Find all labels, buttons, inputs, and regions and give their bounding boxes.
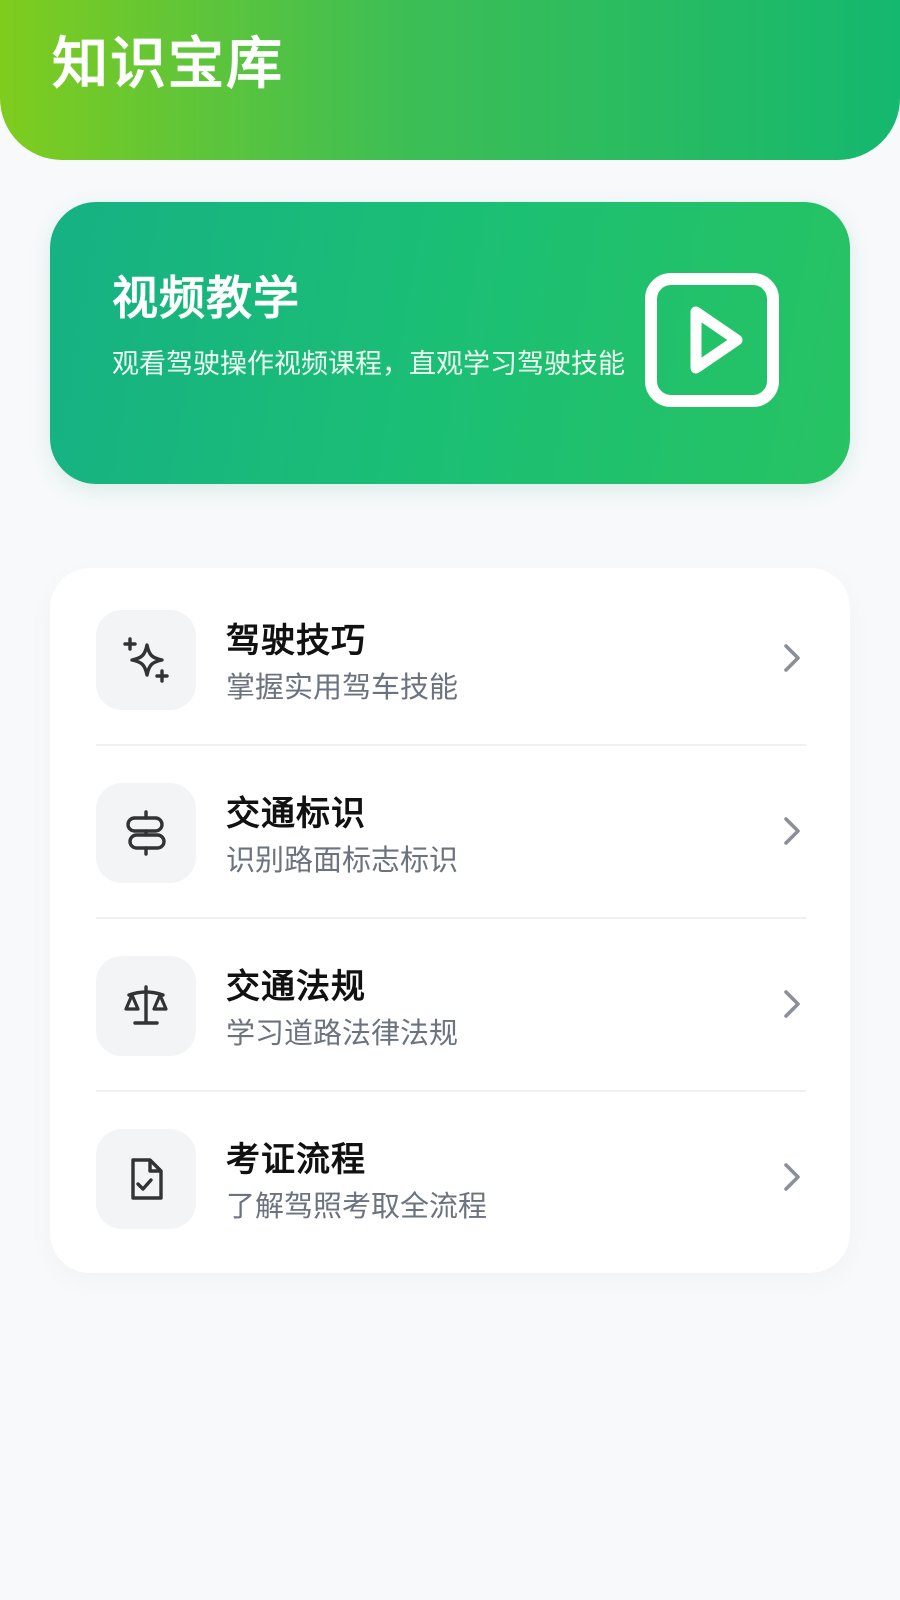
sparkles-icon [123, 637, 169, 683]
menu-item-title: 交通标识 [226, 794, 366, 834]
video-card-title: 视频教学 [112, 271, 300, 325]
menu-item-title: 考证流程 [226, 1140, 366, 1180]
menu-item-subtitle: 学习道路法律法规 [226, 1016, 459, 1050]
menu-item-traffic-signs[interactable]: 交通标识 识别路面标志标识 [96, 741, 806, 913]
page-header: 知识宝库 [0, 0, 900, 160]
video-tutorial-card[interactable]: 视频教学 观看驾驶操作视频课程，直观学习驾驶技能 [50, 202, 850, 484]
page-title: 知识宝库 [52, 32, 284, 97]
play-icon[interactable] [644, 272, 780, 408]
document-check-icon [131, 1158, 163, 1200]
menu-item-title: 驾驶技巧 [226, 621, 366, 661]
document-check-icon-tile [96, 1129, 196, 1229]
signpost-icon [126, 810, 166, 856]
signpost-icon-tile [96, 783, 196, 883]
chevron-right-icon [784, 1163, 800, 1191]
menu-item-title: 交通法规 [226, 967, 366, 1007]
scale-icon [124, 985, 168, 1025]
menu-item-subtitle: 识别路面标志标识 [226, 843, 459, 877]
chevron-right-icon [784, 990, 800, 1018]
sparkles-icon-tile [96, 610, 196, 710]
menu-item-driving-skills[interactable]: 驾驶技巧 掌握实用驾车技能 [96, 568, 806, 740]
menu-item-subtitle: 掌握实用驾车技能 [226, 670, 459, 704]
menu-item-license-process[interactable]: 考证流程 了解驾照考取全流程 [96, 1087, 806, 1259]
scale-icon-tile [96, 956, 196, 1056]
chevron-right-icon [784, 644, 800, 672]
video-card-description: 观看驾驶操作视频课程，直观学习驾驶技能 [112, 349, 625, 380]
chevron-right-icon [784, 817, 800, 845]
menu-item-traffic-laws[interactable]: 交通法规 学习道路法律法规 [96, 914, 806, 1086]
knowledge-menu-card: 驾驶技巧 掌握实用驾车技能 交通标识 识别路面标志标识 交通法规 学习道路法律法… [50, 568, 850, 1273]
menu-item-subtitle: 了解驾照考取全流程 [226, 1189, 488, 1223]
